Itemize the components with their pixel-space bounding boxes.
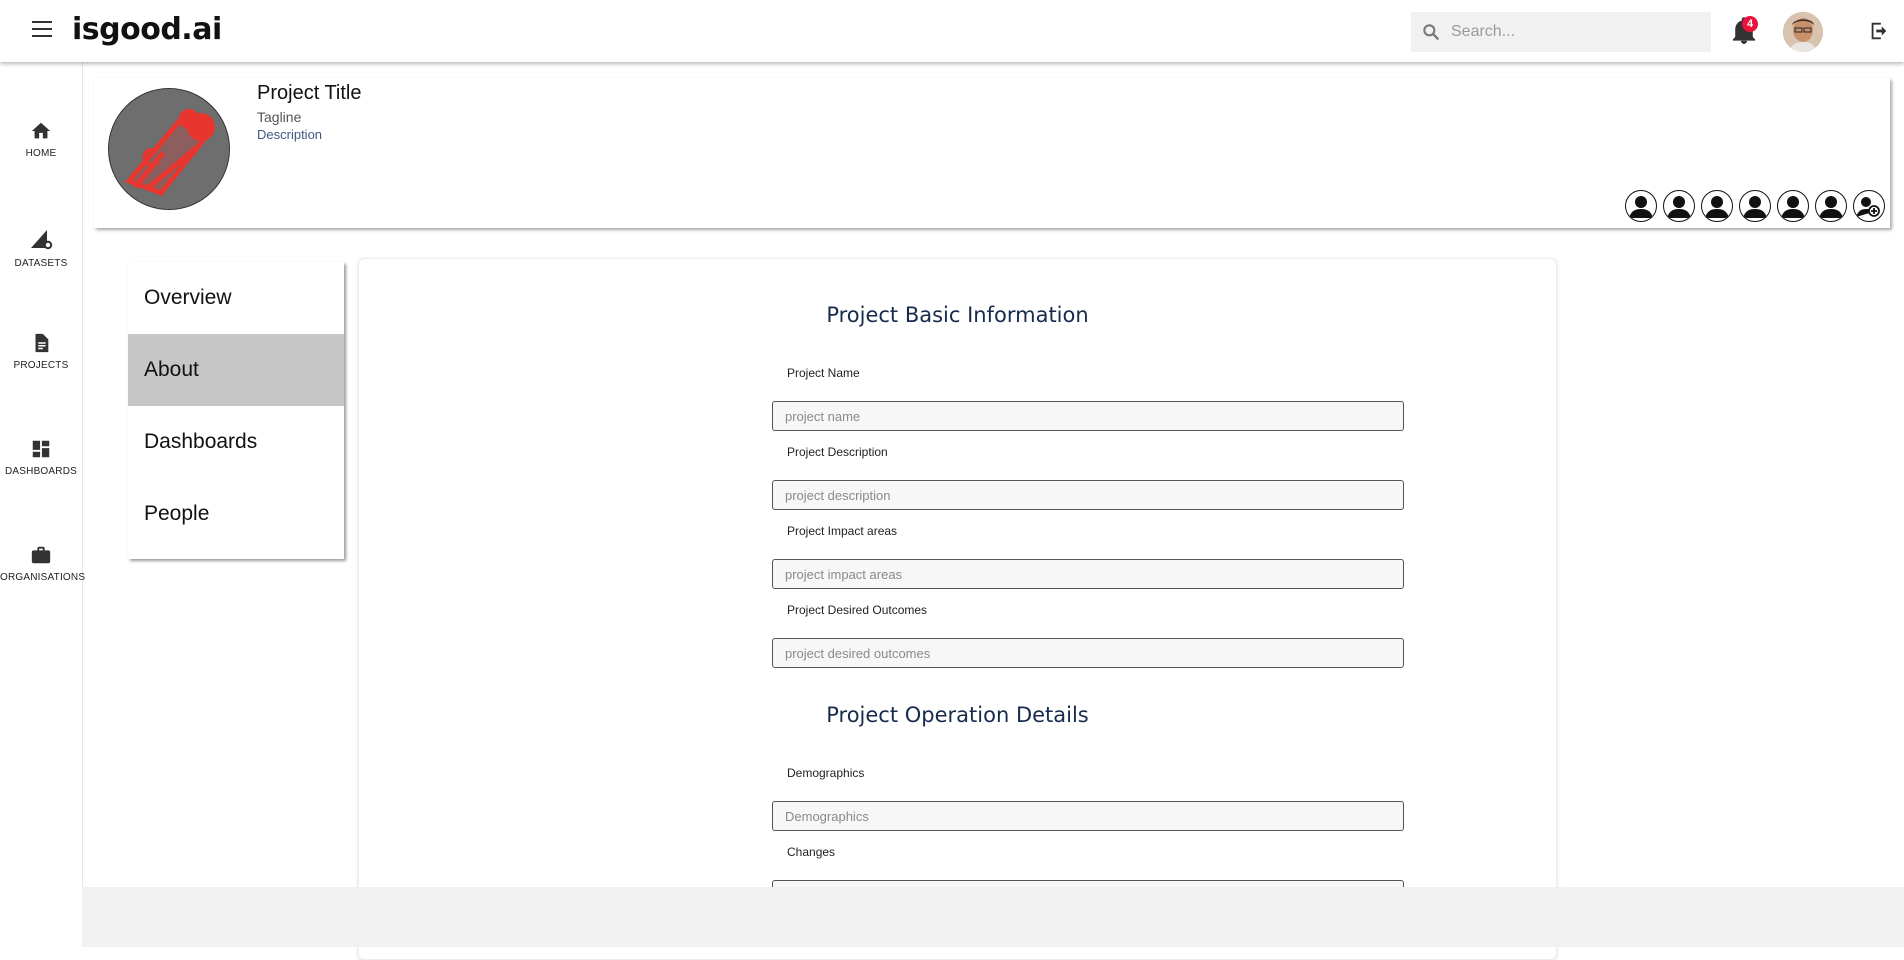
logout-icon[interactable] (1868, 20, 1890, 42)
nav-dashboards[interactable]: DASHBOARDS (0, 438, 82, 477)
nav-home[interactable]: HOME (0, 120, 82, 159)
person-icon (1667, 196, 1691, 218)
menu-icon[interactable] (32, 21, 52, 37)
search-icon (1423, 24, 1439, 40)
project-desired-outcomes-input[interactable] (772, 638, 1404, 668)
project-name-label: Project Name (787, 366, 860, 380)
tab-people[interactable]: People (128, 478, 344, 550)
user-avatar[interactable] (1783, 12, 1823, 52)
person-icon (1705, 196, 1729, 218)
search-input[interactable] (1449, 22, 1693, 42)
nav-organisations[interactable]: ORGANISATIONS (0, 544, 86, 583)
demographics-label: Demographics (787, 766, 865, 780)
project-description-input[interactable] (772, 480, 1404, 510)
member-avatar[interactable] (1777, 190, 1809, 222)
nav-label: DASHBOARDS (4, 466, 77, 477)
group-add-icon (1856, 197, 1880, 217)
project-logo (108, 88, 230, 210)
user-photo (1783, 12, 1823, 52)
member-avatar[interactable] (1739, 190, 1771, 222)
search-box[interactable] (1411, 12, 1711, 52)
member-avatar[interactable] (1625, 190, 1657, 222)
changes-label: Changes (787, 845, 836, 859)
team-members (1625, 190, 1885, 222)
tab-dashboards[interactable]: Dashboards (128, 406, 344, 478)
home-icon (31, 122, 51, 139)
project-title: Project Title (257, 82, 362, 104)
dashboard-icon (32, 440, 50, 458)
project-name-input[interactable] (772, 401, 1404, 431)
project-impact-areas-input[interactable] (772, 559, 1404, 589)
top-bar: isgood.ai 4 (0, 0, 1904, 62)
section-operation-details-title: Project Operation Details (826, 703, 1089, 727)
person-icon (1781, 196, 1805, 218)
nav-label: ORGANISATIONS (0, 572, 86, 583)
about-form: Project Basic Information Project Name P… (358, 258, 1557, 960)
project-tabs: Overview About Dashboards People (128, 262, 344, 559)
app-logo[interactable]: isgood.ai (72, 12, 222, 47)
person-icon (1819, 196, 1843, 218)
nav-datasets[interactable]: DATASETS (0, 226, 82, 269)
demographics-input[interactable] (772, 801, 1404, 831)
add-member-avatar[interactable] (1853, 190, 1885, 222)
project-tagline: Tagline (257, 109, 302, 125)
project-description: Description (257, 127, 323, 142)
document-icon (35, 333, 49, 353)
member-avatar[interactable] (1815, 190, 1847, 222)
project-impact-areas-label: Project Impact areas (787, 524, 898, 538)
tab-about[interactable]: About (128, 334, 344, 406)
nav-label: PROJECTS (13, 360, 69, 371)
datasets-icon (31, 230, 53, 250)
side-nav: HOME DATASETS PROJECTS DASHBOARDS ORGANI… (0, 62, 86, 947)
project-desired-outcomes-label: Project Desired Outcomes (787, 603, 928, 617)
nav-label: DATASETS (14, 258, 68, 269)
project-logo-image (109, 89, 229, 209)
project-header: Project Title Tagline Description (94, 78, 1890, 228)
nav-label: HOME (25, 148, 57, 159)
person-icon (1629, 196, 1653, 218)
member-avatar[interactable] (1701, 190, 1733, 222)
footer-area (82, 887, 1904, 947)
notification-badge: 4 (1742, 16, 1758, 32)
person-icon (1743, 196, 1767, 218)
nav-projects[interactable]: PROJECTS (0, 332, 82, 371)
section-basic-info-title: Project Basic Information (826, 303, 1089, 327)
member-avatar[interactable] (1663, 190, 1695, 222)
briefcase-icon (31, 546, 51, 564)
project-description-label: Project Description (787, 445, 888, 459)
tab-overview[interactable]: Overview (128, 262, 344, 334)
